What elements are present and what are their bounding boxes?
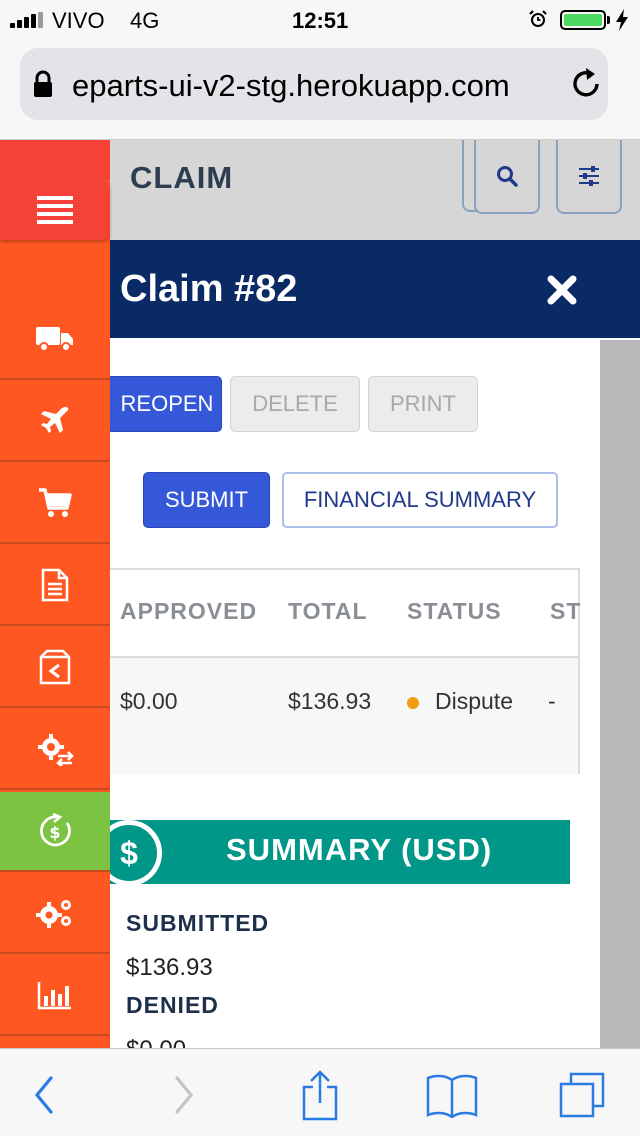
cell-extra: - <box>548 688 556 714</box>
modal-backdrop <box>600 340 640 1060</box>
submit-label: SUBMIT <box>164 487 249 512</box>
gear-exchange-icon <box>38 734 74 766</box>
back-button[interactable] <box>14 1067 74 1123</box>
charging-icon <box>616 9 628 31</box>
reopen-label: REOPEN <box>120 391 214 416</box>
submitted-label: SUBMITTED <box>126 910 270 936</box>
sidebar-item-reports[interactable] <box>0 956 110 1036</box>
search-button[interactable] <box>474 140 540 214</box>
sidebar-item-finance[interactable]: $ <box>0 792 110 872</box>
denied-label: DENIED <box>126 992 219 1018</box>
submitted-value: $136.93 <box>126 954 213 981</box>
browser-toolbar <box>0 1048 640 1136</box>
cell-approved: $0.00 <box>120 688 178 714</box>
signal-strength-icon <box>10 12 43 28</box>
sliders-icon <box>579 166 599 186</box>
lock-icon <box>34 70 52 97</box>
cell-total: $136.93 <box>288 688 372 714</box>
cart-icon <box>39 488 72 517</box>
carrier-name: VIVO <box>52 8 105 33</box>
chevron-right-icon <box>175 1076 194 1114</box>
search-icon <box>497 166 518 187</box>
print-label: PRINT <box>390 391 456 416</box>
share-icon <box>302 1070 338 1121</box>
print-button[interactable]: PRINT <box>368 376 478 432</box>
column-total: TOTAL <box>288 598 368 624</box>
bookmarks-button[interactable] <box>422 1067 482 1123</box>
close-icon <box>547 275 577 305</box>
summary-title: SUMMARY (USD) <box>226 832 493 867</box>
column-truncated: ST <box>550 598 582 624</box>
share-button[interactable] <box>290 1067 350 1123</box>
bar-chart-icon <box>37 982 71 1010</box>
menu-icon <box>37 196 73 224</box>
sidebar-item-exchange[interactable] <box>0 710 110 790</box>
browser-address-area: eparts-ui-v2-stg.herokuapp.com <box>0 40 640 140</box>
page-title: CLAIM <box>130 160 234 195</box>
column-approved: APPROVED <box>120 598 258 624</box>
close-button[interactable] <box>542 270 582 310</box>
menu-toggle-button[interactable] <box>0 180 110 240</box>
plane-icon <box>41 406 69 433</box>
column-status: STATUS <box>407 598 502 624</box>
sidebar-top <box>0 140 110 180</box>
reload-icon[interactable] <box>568 66 604 102</box>
status-text: Dispute <box>435 688 513 714</box>
tabs-icon <box>559 1072 605 1118</box>
sidebar-item-settings[interactable] <box>0 874 110 954</box>
forward-button[interactable] <box>154 1067 214 1123</box>
network-type: 4G <box>130 8 160 33</box>
modal-title: Claim #82 <box>120 268 298 310</box>
battery-tip <box>607 16 610 24</box>
financial-summary-label: FINANCIAL SUMMARY <box>303 487 537 512</box>
book-icon <box>426 1074 478 1118</box>
submit-button[interactable]: SUBMIT <box>143 472 270 528</box>
sidebar-item-returns[interactable] <box>0 628 110 708</box>
return-box-icon <box>39 649 71 685</box>
battery-icon <box>560 10 606 30</box>
cell-status: Dispute <box>407 688 513 715</box>
tabs-button[interactable] <box>552 1067 612 1123</box>
summary-banner: SUMMARY (USD) <box>110 820 570 884</box>
sidebar-item-cart[interactable] <box>0 464 110 544</box>
sidebar-item-shipping[interactable] <box>0 300 110 380</box>
svg-text:$: $ <box>49 823 60 842</box>
clock: 12:51 <box>292 8 349 33</box>
financial-summary-button[interactable]: FINANCIAL SUMMARY <box>282 472 558 528</box>
settings-gears-icon <box>36 900 71 928</box>
dollar-glyph: $ <box>120 834 138 871</box>
alarm-icon <box>529 10 547 27</box>
status-bar: VIVO 4G 12:51 <box>0 0 640 40</box>
delete-button[interactable]: DELETE <box>230 376 360 432</box>
filter-button[interactable] <box>556 140 622 214</box>
url-text[interactable]: eparts-ui-v2-stg.herokuapp.com <box>72 68 564 104</box>
dollar-cycle-icon: $ <box>40 813 71 847</box>
document-icon <box>41 568 69 602</box>
sidebar-item-documents[interactable] <box>0 546 110 626</box>
delete-label: DELETE <box>252 391 338 416</box>
status-dot-icon <box>407 696 419 709</box>
address-bar[interactable]: eparts-ui-v2-stg.herokuapp.com <box>20 48 608 120</box>
sidebar-item-air[interactable] <box>0 382 110 462</box>
sidebar: $ <box>0 140 110 1048</box>
truck-icon <box>36 327 73 352</box>
chevron-left-icon <box>34 1076 53 1114</box>
